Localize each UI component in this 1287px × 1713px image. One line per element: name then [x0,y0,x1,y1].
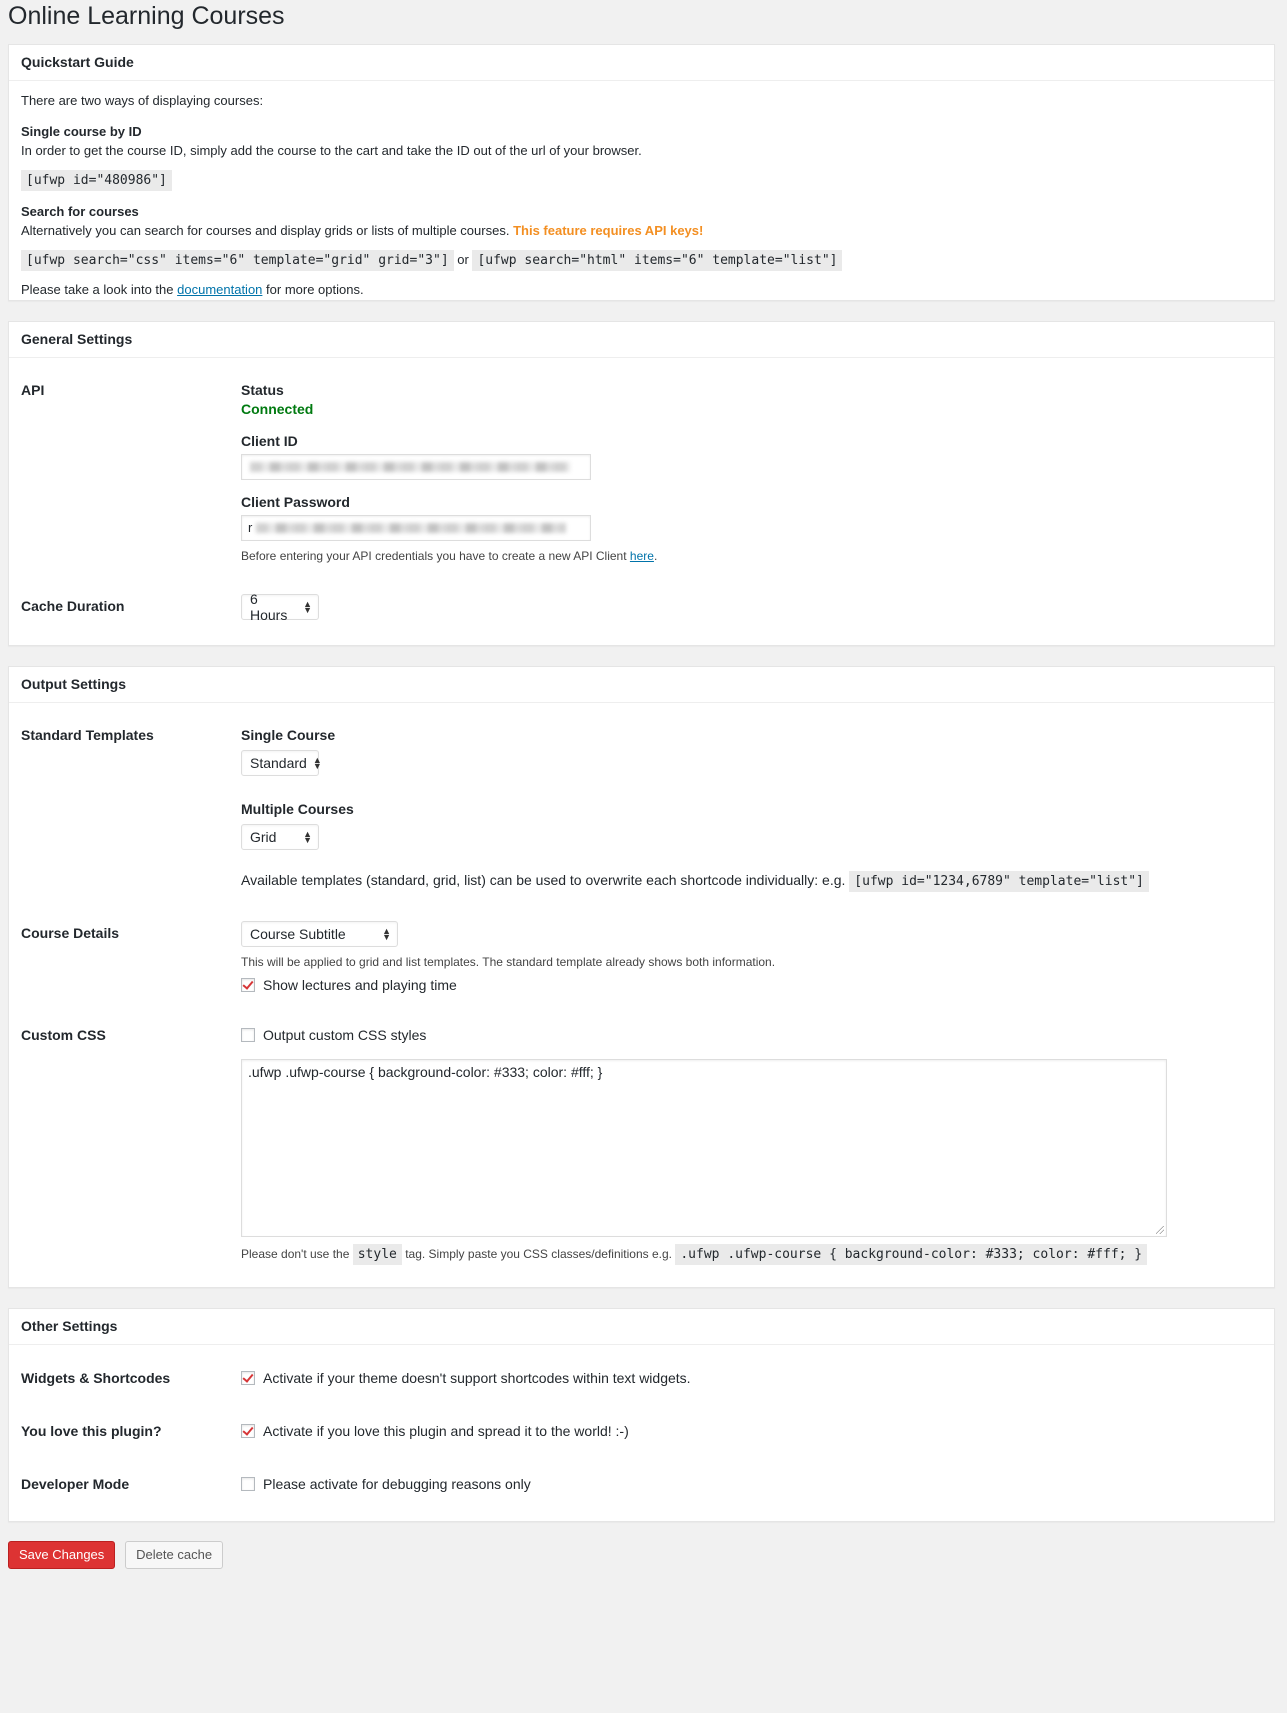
multiple-courses-label: Multiple Courses [241,801,354,817]
templates-code: [ufwp id="1234,6789" template="list"] [849,871,1149,892]
love-row: You love this plugin? Activate if you lo… [21,1423,1262,1439]
css-note-middle: tag. Simply paste you CSS classes/defini… [405,1247,673,1261]
cache-row: Cache Duration 6 Hours ▲ ▼ [21,591,1262,623]
select-arrows-icon: ▲ ▼ [303,599,312,615]
cache-label: Cache Duration [21,597,125,614]
widgets-checkbox[interactable] [241,1371,255,1385]
custom-css-checkbox[interactable] [241,1028,255,1042]
templates-note: Available templates (standard, grid, lis… [241,872,846,888]
search-or-text: or [457,252,469,267]
other-settings-heading: Other Settings [9,1309,1274,1345]
developer-checkbox-label: Please activate for debugging reasons on… [263,1476,531,1492]
course-details-row: Course Details Course Subtitle ▲ ▼ This w… [21,921,1262,993]
docs-suffix: for more options. [266,282,364,297]
custom-css-row: Custom CSS Output custom CSS styles .ufw… [21,1027,1262,1265]
single-course-select[interactable]: Standard ▲ ▼ [241,750,322,776]
multiple-courses-select[interactable]: Grid ▲ ▼ [241,824,319,850]
css-note-prefix: Please don't use the [241,1247,350,1261]
single-course-code: [ufwp id="480986"] [21,170,172,191]
general-settings-panel: General Settings API Status Connected Cl… [8,321,1275,646]
css-note-style-code: style [352,1244,402,1265]
documentation-link[interactable]: documentation [177,282,262,297]
course-details-label: Course Details [21,925,120,941]
select-arrows-icon: ▲ ▼ [312,755,322,771]
quickstart-heading: Quickstart Guide [9,45,1274,81]
custom-css-label: Custom CSS [21,1027,106,1043]
api-keys-warning: This feature requires API keys! [513,223,704,238]
quickstart-intro: There are two ways of displaying courses… [21,93,264,108]
client-id-input[interactable] [241,454,591,480]
single-course-label: Single Course [241,727,336,743]
client-password-input[interactable]: r [241,515,591,541]
widgets-option[interactable]: Activate if your theme doesn't support s… [241,1370,1262,1386]
save-changes-button[interactable]: Save Changes [8,1541,116,1569]
developer-checkbox[interactable] [241,1477,255,1491]
love-checkbox[interactable] [241,1424,255,1438]
other-settings-panel: Other Settings Widgets & Shortcodes Acti… [8,1308,1275,1522]
api-row: API Status Connected Client ID Client Pa… [21,382,1262,563]
custom-css-textarea[interactable]: .ufwp .ufwp-course { background-color: #… [241,1059,1167,1237]
single-course-value: Standard [250,755,307,771]
api-note-suffix: . [653,549,658,563]
single-course-title: Single course by ID [21,124,142,139]
search-code-css: [ufwp search="css" items="6" template="g… [21,250,454,271]
widgets-checkbox-label: Activate if your theme doesn't support s… [263,1370,691,1386]
password-first-char: r [248,520,253,535]
css-note-example-code: .ufwp .ufwp-course { background-color: #… [675,1244,1148,1265]
select-arrows-icon: ▲ ▼ [382,926,391,942]
custom-css-option[interactable]: Output custom CSS styles [241,1027,1262,1043]
client-id-masked-value [250,462,570,472]
client-id-label: Client ID [241,433,298,449]
settings-page: Online Learning Courses Quickstart Guide… [0,0,1287,1569]
lectures-option[interactable]: Show lectures and playing time [241,977,1262,993]
templates-row: Standard Templates Single Course Standar… [21,727,1262,892]
single-course-desc: In order to get the course ID, simply ad… [21,143,642,158]
page-title: Online Learning Courses [8,2,285,30]
general-settings-heading: General Settings [9,322,1274,358]
api-label: API [21,382,45,398]
status-label: Status [241,382,284,398]
lectures-checkbox[interactable] [241,978,255,992]
course-details-note: This will be applied to grid and list te… [241,955,776,969]
output-settings-heading: Output Settings [9,667,1274,703]
quickstart-panel: Quickstart Guide There are two ways of d… [8,44,1275,301]
search-courses-title: Search for courses [21,204,139,219]
multiple-courses-value: Grid [250,829,277,845]
developer-row: Developer Mode Please activate for debug… [21,1476,1262,1492]
love-label: You love this plugin? [21,1423,162,1439]
developer-label: Developer Mode [21,1476,130,1492]
status-value: Connected [241,401,314,417]
docs-prefix: Please take a look into the [21,282,174,297]
widgets-row: Widgets & Shortcodes Activate if your th… [21,1370,1262,1386]
client-password-masked-value [256,523,566,533]
lectures-checkbox-label: Show lectures and playing time [263,977,457,993]
select-arrows-icon: ▲ ▼ [303,829,312,845]
course-details-value: Course Subtitle [250,926,346,942]
cache-duration-value: 6 Hours [250,591,288,623]
cache-duration-select[interactable]: 6 Hours ▲ ▼ [241,591,319,623]
custom-css-textarea-value: .ufwp .ufwp-course { background-color: #… [248,1064,603,1080]
resize-grip-icon[interactable] [1156,1226,1164,1234]
search-code-html: [ufwp search="html" items="6" template="… [472,250,843,271]
course-details-select[interactable]: Course Subtitle ▲ ▼ [241,921,398,947]
widgets-label: Widgets & Shortcodes [21,1370,171,1386]
developer-option[interactable]: Please activate for debugging reasons on… [241,1476,1262,1492]
output-settings-panel: Output Settings Standard Templates Singl… [8,666,1275,1288]
api-client-here-link[interactable]: here [630,549,654,563]
search-courses-desc: Alternatively you can search for courses… [21,223,510,238]
api-note-text: Before entering your API credentials you… [241,549,627,563]
custom-css-checkbox-label: Output custom CSS styles [263,1027,427,1043]
delete-cache-button[interactable]: Delete cache [125,1541,224,1569]
love-checkbox-label: Activate if you love this plugin and spr… [263,1423,629,1439]
templates-label: Standard Templates [21,727,154,743]
form-actions: Save Changes Delete cache [8,1541,1275,1569]
love-option[interactable]: Activate if you love this plugin and spr… [241,1423,1262,1439]
client-password-label: Client Password [241,494,350,510]
